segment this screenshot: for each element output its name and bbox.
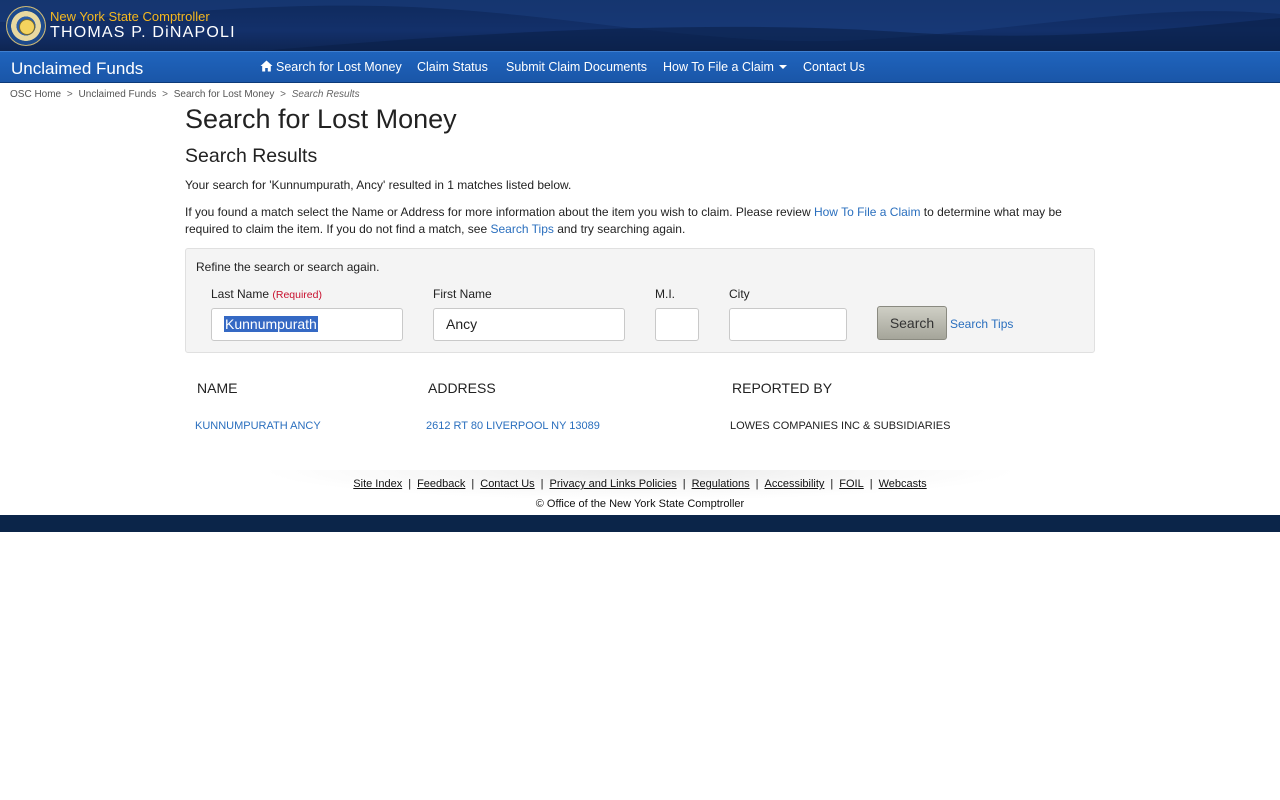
caret-down-icon xyxy=(778,65,787,69)
footer-divider: | xyxy=(869,478,873,490)
column-header-address: ADDRESS xyxy=(428,380,496,396)
main-navbar: Unclaimed Funds Search for Lost Money Cl… xyxy=(0,51,1280,83)
panel-title: Refine the search or search again. xyxy=(196,260,380,274)
breadcrumb-separator: > xyxy=(66,89,73,100)
refine-search-panel: Refine the search or search again. Last … xyxy=(185,248,1095,353)
nav-search-lost-money[interactable]: Search for Lost Money xyxy=(260,60,402,74)
nav-claim-status[interactable]: Claim Status xyxy=(417,60,488,74)
search-tips-link[interactable]: Search Tips xyxy=(491,222,554,236)
search-summary: Your search for 'Kunnumpurath, Ancy' res… xyxy=(185,178,572,192)
page-title: Search for Lost Money xyxy=(185,104,457,134)
footer-divider: | xyxy=(471,478,475,490)
footer-links: Site Index | Feedback | Contact Us | Privacy a… xyxy=(0,478,1280,490)
breadcrumb: OSC Home > Unclaimed Funds > Search for … xyxy=(10,89,360,100)
footer-divider: | xyxy=(682,478,686,490)
last-name-label-text: Last Name xyxy=(211,287,270,301)
breadcrumb-separator: > xyxy=(280,89,286,100)
first-name-value: Ancy xyxy=(446,316,478,332)
nav-label: Search for Lost Money xyxy=(276,60,402,74)
search-button[interactable]: Search xyxy=(877,306,947,340)
state-seal-logo[interactable] xyxy=(6,6,46,46)
footer-link-webcasts[interactable]: Webcasts xyxy=(879,478,927,490)
seal-emblem-icon xyxy=(19,19,35,35)
middle-initial-input[interactable] xyxy=(655,308,699,341)
city-input[interactable] xyxy=(729,308,847,341)
footer-link-privacy[interactable]: Privacy and Links Policies xyxy=(550,478,677,490)
comptroller-name[interactable]: THOMAS P. DiNAPOLI xyxy=(50,24,236,42)
first-name-input[interactable]: Ancy xyxy=(433,308,625,341)
footer-link-site-index[interactable]: Site Index xyxy=(353,478,402,490)
instructions-part1: If you found a match select the Name or … xyxy=(185,205,814,219)
how-to-file-claim-link[interactable]: How To File a Claim xyxy=(814,205,920,219)
column-header-name: NAME xyxy=(197,380,238,396)
column-header-reported-by: REPORTED BY xyxy=(732,380,833,396)
home-icon xyxy=(260,60,273,72)
search-tips-panel-link[interactable]: Search Tips xyxy=(950,317,1013,331)
footer-divider: | xyxy=(540,478,544,490)
footer-divider: | xyxy=(408,478,412,490)
city-label: City xyxy=(729,287,750,301)
breadcrumb-osc-home[interactable]: OSC Home xyxy=(10,89,61,100)
nav-label: How To File a Claim xyxy=(663,60,774,74)
footer-divider: | xyxy=(755,478,759,490)
first-name-label: First Name xyxy=(433,287,492,301)
last-name-value: Kunnumpurath xyxy=(224,316,318,332)
breadcrumb-current: Search Results xyxy=(291,89,360,100)
result-address-link[interactable]: 2612 RT 80 LIVERPOOL NY 13089 xyxy=(426,420,600,432)
result-name-link[interactable]: KUNNUMPURATH ANCY xyxy=(195,420,321,432)
last-name-label: Last Name (Required) xyxy=(211,287,322,301)
breadcrumb-unclaimed-funds[interactable]: Unclaimed Funds xyxy=(79,89,157,100)
footer-link-regulations[interactable]: Regulations xyxy=(692,478,750,490)
footer-divider: | xyxy=(830,478,834,490)
footer-link-accessibility[interactable]: Accessibility xyxy=(765,478,825,490)
copyright-text: © Office of the New York State Comptroll… xyxy=(535,498,745,510)
instructions-part3: and try searching again. xyxy=(553,222,686,236)
breadcrumb-search-lost-money[interactable]: Search for Lost Money xyxy=(174,89,275,100)
last-name-input[interactable]: Kunnumpurath xyxy=(211,308,403,341)
mi-label: M.I. xyxy=(655,287,675,301)
result-reported-by: LOWES COMPANIES INC & SUBSIDIARIES xyxy=(730,420,951,432)
nav-how-to-file-claim[interactable]: How To File a Claim xyxy=(663,60,787,74)
nav-submit-claim-documents[interactable]: Submit Claim Documents xyxy=(506,60,647,74)
site-header: New York State Comptroller THOMAS P. DiN… xyxy=(0,0,1280,51)
nav-contact-us[interactable]: Contact Us xyxy=(803,60,865,74)
breadcrumb-separator: > xyxy=(162,89,168,100)
footer-link-contact-us[interactable]: Contact Us xyxy=(480,478,534,490)
brand-unclaimed-funds[interactable]: Unclaimed Funds xyxy=(11,59,143,79)
comptroller-title[interactable]: New York State Comptroller xyxy=(50,9,210,24)
footer-link-feedback[interactable]: Feedback xyxy=(417,478,465,490)
section-title: Search Results xyxy=(185,145,318,167)
instructions-text: If you found a match select the Name or … xyxy=(185,204,1085,238)
footer-link-foil[interactable]: FOIL xyxy=(839,478,863,490)
footer-bottom-bar xyxy=(0,515,1280,532)
required-indicator: (Required) xyxy=(272,289,322,301)
